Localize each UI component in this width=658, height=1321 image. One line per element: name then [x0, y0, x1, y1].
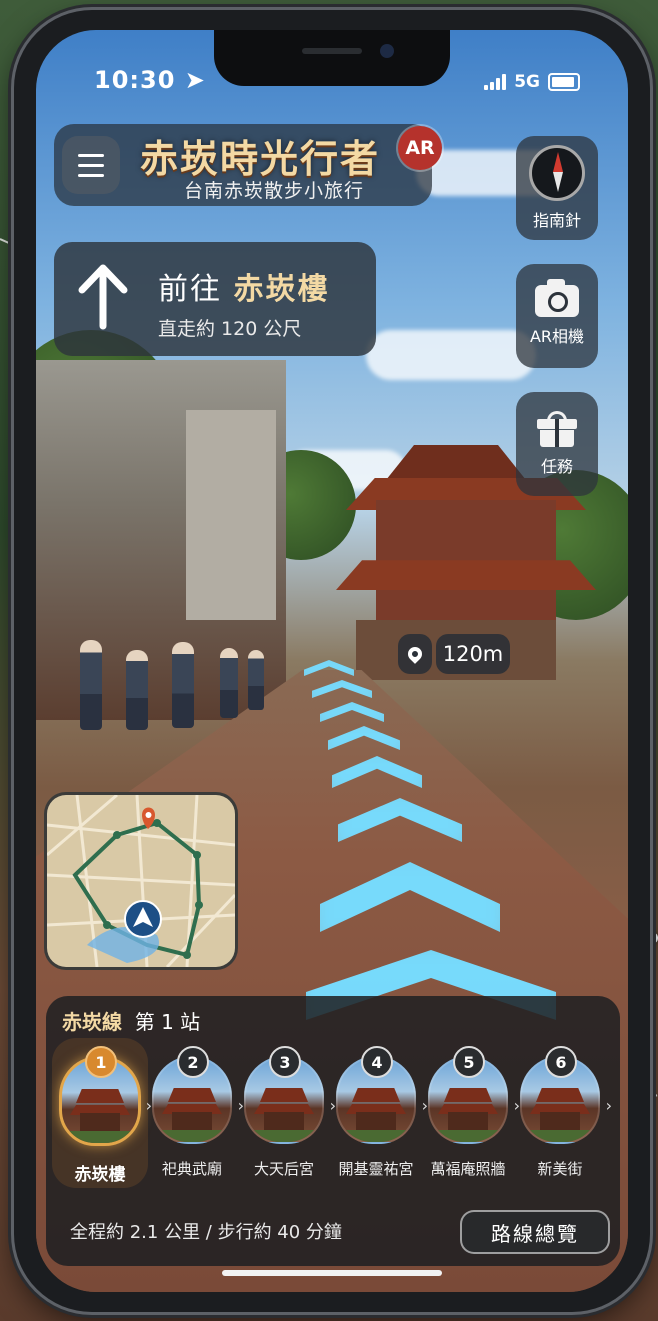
- status-indicators: 5G: [484, 72, 580, 92]
- pedestrian: [248, 650, 264, 710]
- compass-button[interactable]: 指南針: [516, 136, 598, 240]
- hamburger-icon: [78, 153, 104, 157]
- route-summary: 全程約 2.1 公里 / 步行約 40 分鐘: [70, 1222, 342, 1243]
- route-panel: 赤崁線 第 1 站 1 赤崁樓 › 2 祀典武廟 › 3 大天后宮 › 4 開基…: [46, 996, 620, 1266]
- menu-button[interactable]: [62, 136, 120, 194]
- app-header: 赤崁時光行者 台南赤崁散步小旅行: [54, 124, 432, 206]
- direction-detail: 直走約 120 公尺: [158, 318, 302, 340]
- pedestrian: [126, 650, 148, 730]
- location-arrow-icon: ➤: [184, 66, 206, 94]
- stop-name: 祀典武廟: [161, 1160, 222, 1178]
- stop-list: 1 赤崁樓 › 2 祀典武廟 › 3 大天后宮 › 4 開基靈祐宮 › 5 萬福…: [46, 1046, 620, 1186]
- stop-number: 2: [177, 1046, 209, 1078]
- stop-number: 4: [361, 1046, 393, 1078]
- compass-icon: [529, 145, 585, 201]
- app-subtitle: 台南赤崁散步小旅行: [184, 180, 365, 202]
- distance-pin: [398, 634, 432, 674]
- route-title: 赤崁線 第 1 站: [62, 1010, 201, 1034]
- direction-instruction: 前往 赤崁樓: [158, 272, 330, 307]
- chihkan-tower-top: [386, 445, 526, 480]
- direction-card[interactable]: 前往 赤崁樓 直走約 120 公尺: [54, 242, 376, 356]
- mini-map[interactable]: [44, 792, 238, 970]
- distance-label: 120m: [436, 634, 510, 674]
- stop-name: 開基靈祐宮: [338, 1160, 414, 1178]
- phone-frame: 10:30 ➤ 5G 赤崁時光行者 台南赤崁散步小旅行 AR 指南針 AR相機: [14, 10, 650, 1312]
- gift-icon: [537, 411, 577, 447]
- map-streets: [47, 795, 235, 967]
- battery-icon: [548, 73, 580, 91]
- home-indicator[interactable]: [222, 1270, 442, 1276]
- cloud: [366, 330, 536, 380]
- stop-item[interactable]: 3 大天后宮 ›: [242, 1046, 336, 1179]
- stop-item[interactable]: 6 新美街 ›: [518, 1046, 612, 1179]
- stop-item[interactable]: 2 祀典武廟 ›: [150, 1046, 244, 1179]
- stop-number: 1: [85, 1046, 117, 1078]
- signal-icon: [484, 74, 507, 90]
- pedestrian: [220, 648, 238, 718]
- route-overview-button[interactable]: 路線總覽: [460, 1210, 610, 1254]
- stop-item[interactable]: 4 開基靈祐宮 ›: [334, 1046, 428, 1179]
- stop-number: 6: [545, 1046, 577, 1078]
- app-title: 赤崁時光行者: [140, 136, 381, 181]
- notch: [214, 30, 450, 86]
- ar-camera-view[interactable]: 10:30 ➤ 5G 赤崁時光行者 台南赤崁散步小旅行 AR 指南針 AR相機: [36, 30, 628, 1292]
- pedestrian: [172, 642, 194, 728]
- chihkan-tower-roof: [336, 560, 596, 590]
- network-type: 5G: [514, 72, 540, 92]
- stop-name: 大天后宮: [253, 1160, 314, 1178]
- stop-number: 3: [269, 1046, 301, 1078]
- arrow-up-icon: [78, 264, 128, 330]
- pedestrian: [80, 640, 102, 730]
- stop-item[interactable]: 5 萬福庵照牆 ›: [426, 1046, 520, 1179]
- stop-name: 赤崁樓: [74, 1165, 126, 1185]
- ar-badge[interactable]: AR: [398, 126, 442, 170]
- ar-camera-button[interactable]: AR相機: [516, 264, 598, 368]
- chevron-right-icon: ›: [605, 1096, 612, 1115]
- location-pin-icon: [405, 644, 425, 664]
- missions-button[interactable]: 任務: [516, 392, 598, 496]
- stop-name: 新美街: [537, 1160, 583, 1178]
- stop-number: 5: [453, 1046, 485, 1078]
- stop-name: 萬福庵照牆: [430, 1160, 506, 1178]
- status-time: 10:30 ➤: [94, 66, 206, 94]
- street-building: [186, 410, 276, 620]
- camera-icon: [535, 279, 579, 317]
- destination-name: 赤崁樓: [233, 272, 330, 307]
- stop-item[interactable]: 1 赤崁樓 ›: [58, 1046, 152, 1185]
